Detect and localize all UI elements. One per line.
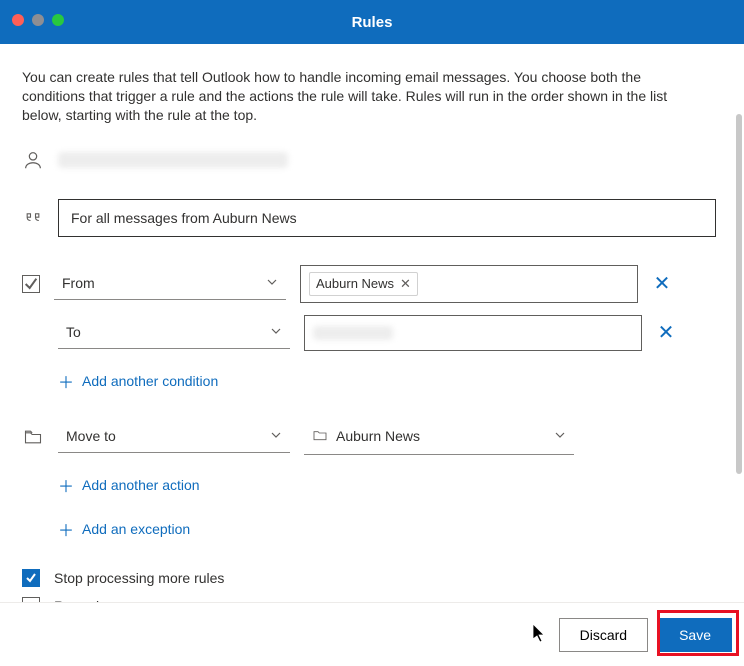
condition-row-from: From Auburn News ✕ ✕ (22, 265, 716, 303)
maximize-window-button[interactable] (52, 14, 64, 26)
window-controls (12, 14, 64, 26)
rule-name-row (22, 199, 716, 237)
add-condition-row: ＋ Add another condition (22, 363, 716, 399)
chevron-down-icon (270, 428, 282, 444)
add-condition-link[interactable]: ＋ Add another condition (58, 363, 218, 399)
account-row: xxxxx (22, 149, 716, 171)
folder-move-icon (22, 427, 44, 447)
add-action-link[interactable]: ＋ Add another action (58, 467, 200, 503)
chip-label: Auburn News (316, 276, 394, 291)
remove-condition-button[interactable]: ✕ (652, 271, 672, 296)
action-folder-label: Auburn News (336, 428, 420, 444)
window-title: Rules (352, 14, 393, 31)
add-action-row: ＋ Add another action (22, 467, 716, 503)
stop-processing-row: Stop processing more rules (22, 569, 716, 587)
stop-processing-checkbox[interactable] (22, 569, 40, 587)
footer: Discard Save (0, 602, 744, 666)
condition-type-label: From (62, 275, 95, 291)
chevron-down-icon (270, 324, 282, 340)
remove-condition-button[interactable]: ✕ (656, 320, 676, 345)
checkmark-icon (22, 275, 40, 293)
action-row: Move to Auburn News (22, 419, 716, 455)
sender-chip: Auburn News ✕ (309, 272, 418, 296)
chevron-down-icon (266, 275, 278, 291)
add-condition-label: Add another condition (82, 373, 218, 389)
close-window-button[interactable] (12, 14, 24, 26)
add-action-label: Add another action (82, 477, 200, 493)
plus-icon: ＋ (58, 517, 74, 541)
discard-button[interactable]: Discard (559, 618, 648, 652)
action-type-select[interactable]: Move to (58, 420, 290, 453)
condition-row-to: To xxxx ✕ (22, 315, 716, 351)
titlebar: Rules (0, 0, 744, 44)
vertical-scrollbar[interactable] (736, 114, 742, 474)
add-exception-label: Add an exception (82, 521, 190, 537)
recipient-redacted: xxxx (313, 326, 393, 340)
person-icon (22, 149, 44, 171)
account-name-redacted: xxxxx (58, 152, 288, 168)
add-exception-row: ＋ Add an exception (22, 511, 716, 547)
plus-icon: ＋ (58, 473, 74, 497)
rule-name-input[interactable] (58, 199, 716, 237)
save-button[interactable]: Save (658, 618, 732, 652)
content-area: You can create rules that tell Outlook h… (0, 44, 744, 602)
quote-icon (22, 208, 44, 228)
condition-value-to[interactable]: xxxx (304, 315, 642, 351)
plus-icon: ＋ (58, 369, 74, 393)
condition-type-label: To (66, 324, 81, 340)
condition-type-select-to[interactable]: To (58, 316, 290, 349)
condition-value-from[interactable]: Auburn News ✕ (300, 265, 638, 303)
folder-icon (312, 427, 328, 446)
chevron-down-icon (554, 428, 566, 444)
action-folder-select[interactable]: Auburn News (304, 419, 574, 455)
minimize-window-button[interactable] (32, 14, 44, 26)
stop-processing-label: Stop processing more rules (54, 570, 224, 586)
action-type-label: Move to (66, 428, 116, 444)
intro-text: You can create rules that tell Outlook h… (22, 68, 716, 125)
add-exception-link[interactable]: ＋ Add an exception (58, 511, 190, 547)
condition-type-select-from[interactable]: From (54, 267, 286, 300)
chip-remove-icon[interactable]: ✕ (400, 276, 411, 292)
